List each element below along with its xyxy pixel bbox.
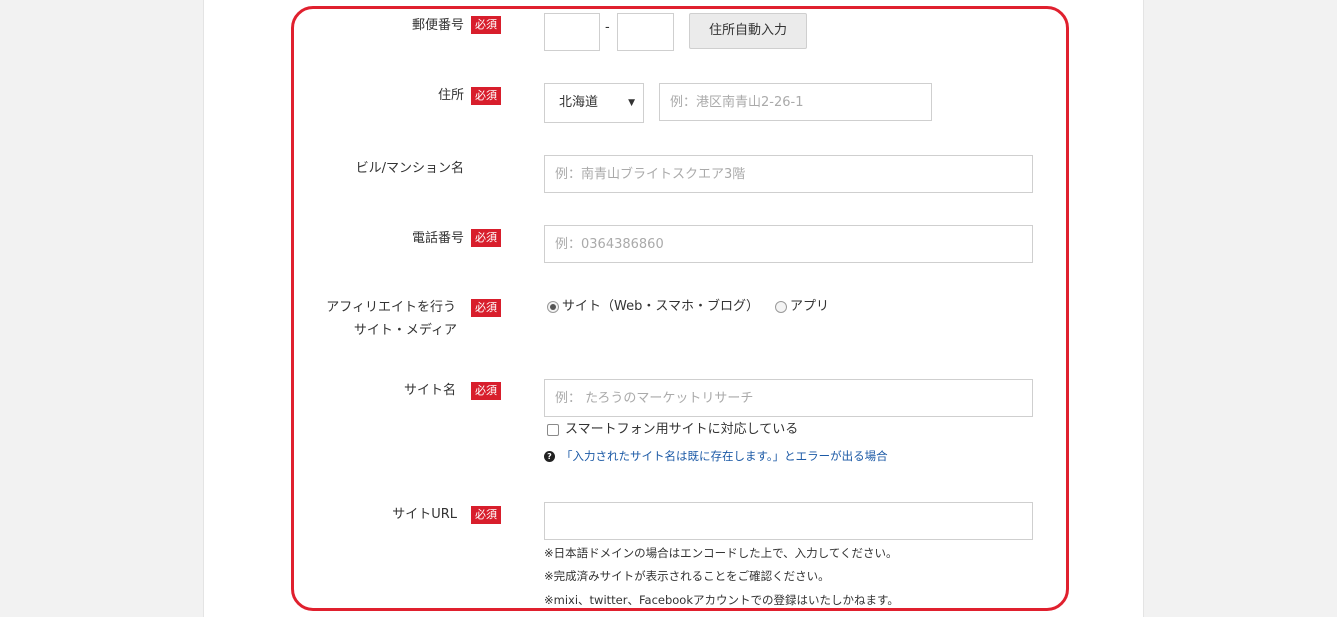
site-name-required-badge: 必須 [471, 382, 501, 400]
media-label-line1: アフィリエイトを行う [326, 300, 456, 315]
postal-separator: - [605, 20, 610, 35]
site-url-note-1: ※日本語ドメインの場合はエンコードした上で、入力してください。 [544, 546, 898, 560]
address-label: 住所 [437, 88, 464, 103]
site-name-input[interactable] [544, 379, 1033, 417]
prefecture-selected-value: 北海道 [559, 95, 599, 110]
smartphone-site-checkbox[interactable] [547, 424, 559, 436]
media-site-radio[interactable] [547, 301, 559, 313]
media-label-line2: サイト・メディア [353, 323, 457, 338]
site-url-required-badge: 必須 [471, 506, 501, 524]
phone-input[interactable] [544, 225, 1033, 263]
media-required-badge: 必須 [471, 299, 501, 317]
question-circle-icon: ? [544, 451, 555, 462]
address-autofill-button[interactable]: 住所自動入力 [689, 13, 807, 49]
site-name-label: サイト名 [403, 383, 456, 398]
media-site-radio-label[interactable]: サイト（Web・スマホ・ブログ） [562, 298, 759, 316]
media-app-radio-label[interactable]: アプリ [790, 298, 829, 316]
site-url-input[interactable] [544, 502, 1033, 540]
site-name-help-link[interactable]: 「入力されたサイト名は既に存在します。」とエラーが出る場合 [561, 448, 888, 464]
address-street-input[interactable] [659, 83, 932, 121]
postal-code-part1-input[interactable] [544, 13, 600, 51]
site-url-note-2: ※完成済みサイトが表示されることをご確認ください。 [544, 569, 830, 583]
building-label: ビル/マンション名 [355, 161, 464, 176]
chevron-down-icon: ▼ [628, 98, 635, 108]
postal-label: 郵便番号 [411, 18, 464, 33]
postal-code-part2-input[interactable] [617, 13, 674, 51]
smartphone-site-checkbox-label[interactable]: スマートフォン用サイトに対応している [565, 421, 798, 439]
address-required-badge: 必須 [471, 87, 501, 105]
phone-required-badge: 必須 [471, 229, 501, 247]
prefecture-select[interactable]: 北海道 ▼ [544, 83, 644, 123]
postal-required-badge: 必須 [471, 16, 501, 34]
building-input[interactable] [544, 155, 1033, 193]
phone-label: 電話番号 [411, 231, 464, 246]
site-url-label: サイトURL [392, 507, 457, 522]
media-app-radio[interactable] [775, 301, 787, 313]
site-url-note-3: ※mixi、twitter、Facebookアカウントでの登録はいたしかねます。 [544, 593, 899, 607]
